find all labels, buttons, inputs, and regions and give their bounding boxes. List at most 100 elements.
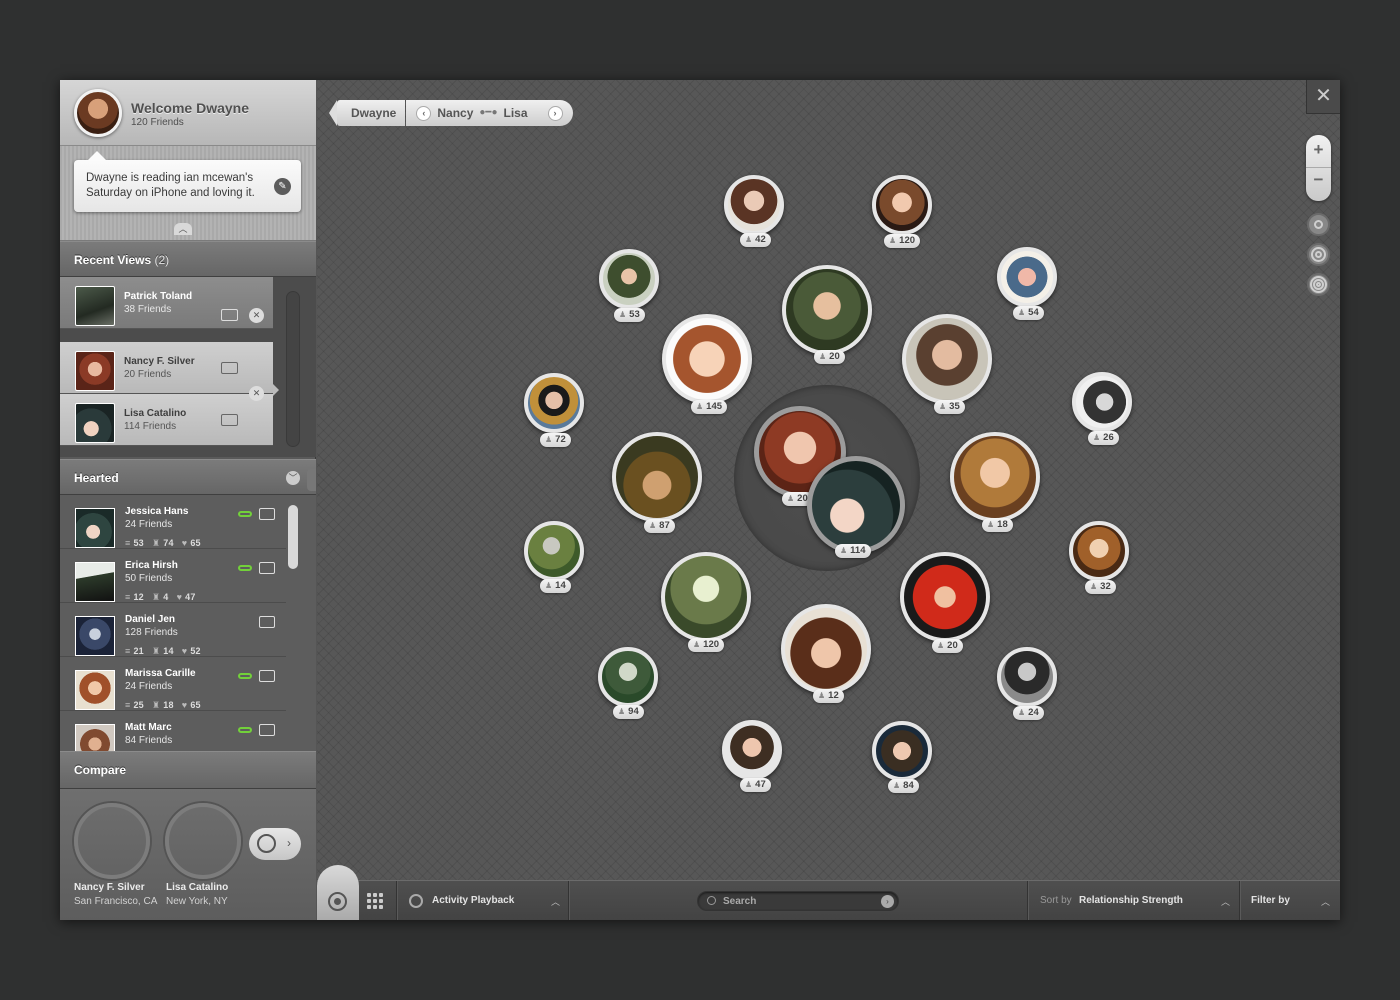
scrollbar[interactable] [286, 291, 300, 447]
friend-node[interactable] [902, 314, 992, 404]
minus-icon[interactable]: − [1306, 170, 1331, 190]
chevron-right-icon[interactable]: › [547, 105, 563, 121]
list-item[interactable]: Nancy F. Silver 20 Friends [60, 342, 273, 394]
friend-node[interactable] [900, 552, 990, 642]
friend-node[interactable] [997, 247, 1057, 307]
avatar [75, 286, 115, 326]
hearted-friends: 84 Friends [125, 735, 173, 746]
chevron-up-icon[interactable]: ︿ [551, 895, 560, 908]
list-item[interactable]: Erica Hirsh 50 Friends ≡ 12 ♜ 4 ♥ 47 [60, 549, 286, 603]
close-icon[interactable]: ✕ [1306, 80, 1340, 114]
person-icon: ♟ [818, 691, 826, 700]
friend-count-badge: ♟ 145 [691, 400, 728, 414]
list-item[interactable]: Daniel Jen 128 Friends ≡ 21 ♜ 14 ♥ 52 [60, 603, 286, 657]
contact-card-icon[interactable] [259, 562, 275, 574]
pencil-icon[interactable]: ✎ [274, 178, 291, 195]
chevron-up-icon[interactable]: ︿ [1321, 895, 1330, 908]
hearted-stats: ≡ 12 ♜ 4 ♥ 47 [125, 592, 196, 602]
ring-level-2-button[interactable] [1307, 243, 1330, 266]
list-item[interactable]: Matt Marc 84 Friends [60, 711, 286, 751]
friend-node[interactable] [612, 432, 702, 522]
friend-node[interactable] [950, 432, 1040, 522]
chevron-left-icon[interactable]: ‹ [416, 105, 432, 121]
friend-node[interactable] [599, 249, 659, 309]
search-input[interactable] [723, 894, 873, 908]
friend-node[interactable] [661, 552, 751, 642]
chevron-up-icon[interactable]: ︿ [174, 223, 192, 235]
contact-card-icon[interactable] [259, 670, 275, 682]
chevron-right-icon [273, 384, 279, 396]
hearted-stats: ≡ 25 ♜ 18 ♥ 65 [125, 700, 201, 710]
home-view-button[interactable] [317, 865, 359, 920]
filter-dropdown[interactable]: Filter by [1251, 895, 1290, 906]
contact-card-icon[interactable] [221, 309, 238, 321]
list-item[interactable]: Lisa Catalino 114 Friends [60, 394, 273, 446]
person-icon: ♟ [937, 641, 945, 650]
friend-count-badge: ♟ 12 [813, 689, 844, 703]
person-icon: ♟ [987, 520, 995, 529]
hearted-header[interactable]: Hearted ﹀ [60, 459, 316, 495]
friend-node[interactable] [598, 647, 658, 707]
friend-node[interactable] [997, 647, 1057, 707]
ring-level-3-button[interactable] [1307, 273, 1330, 296]
compare-avatar[interactable] [165, 803, 241, 879]
person-icon: ♟ [745, 235, 753, 244]
avatar [75, 724, 115, 751]
ring-level-1-button[interactable] [1307, 213, 1330, 236]
chevron-down-icon[interactable]: ﹀ [286, 471, 300, 485]
hearted-friends: 24 Friends [125, 681, 173, 692]
person-icon: ♟ [1018, 308, 1026, 317]
recent-friends: 114 Friends [124, 421, 177, 432]
compare-avatar[interactable] [74, 803, 150, 879]
list-item[interactable]: Marissa Carille 24 Friends ≡ 25 ♜ 18 ♥ 65 [60, 657, 286, 711]
center-avatar-lisa[interactable] [807, 456, 905, 554]
grid-view-icon[interactable] [367, 893, 383, 909]
close-icon[interactable]: ✕ [249, 308, 264, 323]
person-icon: ♟ [819, 352, 827, 361]
person-icon: ♟ [619, 310, 627, 319]
breadcrumb-from[interactable]: Nancy [437, 100, 473, 126]
activity-playback-button[interactable]: Activity Playback [432, 895, 514, 906]
friend-node[interactable] [662, 314, 752, 404]
person-icon: ♟ [649, 521, 657, 530]
friend-node[interactable] [524, 373, 584, 433]
plus-icon[interactable]: + [1306, 140, 1331, 160]
list-item[interactable]: Patrick Toland 38 Friends ✕ [60, 277, 273, 329]
close-icon[interactable]: ✕ [249, 386, 264, 401]
contact-card-icon[interactable] [259, 724, 275, 736]
panel-pull-handle[interactable] [307, 469, 316, 491]
friend-node[interactable] [1072, 372, 1132, 432]
friend-node[interactable] [872, 175, 932, 235]
friend-count-badge: ♟ 94 [613, 705, 644, 719]
friend-count-badge: ♟ 120 [884, 234, 921, 248]
chevron-up-icon[interactable]: ︿ [1221, 895, 1230, 908]
list-item[interactable]: Jessica Hans 24 Friends ≡ 53 ♜ 74 ♥ 65 [60, 495, 286, 549]
chevron-right-icon[interactable]: › [881, 895, 894, 908]
breadcrumb-to[interactable]: Lisa [504, 100, 528, 126]
person-icon: ♟ [893, 781, 901, 790]
relationship-canvas[interactable]: Dwayne ‹ Nancy ●━● Lisa › ✕ + − ♟ 20 ♟ 114… [317, 80, 1340, 880]
compare-button[interactable]: › [249, 828, 301, 860]
friend-node[interactable] [1069, 521, 1129, 581]
friend-node[interactable] [781, 604, 871, 694]
contact-card-icon[interactable] [259, 616, 275, 628]
user-avatar[interactable] [74, 89, 122, 137]
avatar [75, 670, 115, 710]
breadcrumb-root[interactable]: Dwayne [328, 100, 406, 126]
trophy-icon: ♜ [151, 538, 161, 548]
recent-friends: 20 Friends [124, 369, 172, 380]
bottom-toolbar: Activity Playback ︿ › Sort by Relationsh… [317, 865, 1340, 920]
friend-node[interactable] [724, 175, 784, 235]
friend-count-badge: ♟ 54 [1013, 306, 1044, 320]
friend-node[interactable] [722, 720, 782, 780]
friend-node[interactable] [872, 721, 932, 781]
friend-node[interactable] [524, 521, 584, 581]
recent-views-header[interactable]: Recent Views (2) [60, 241, 316, 277]
contact-card-icon[interactable] [221, 362, 238, 374]
contact-card-icon[interactable] [221, 414, 238, 426]
scrollbar[interactable] [288, 505, 298, 569]
sort-dropdown[interactable]: Relationship Strength [1079, 895, 1183, 906]
person-icon: ♟ [787, 494, 795, 503]
friend-node[interactable] [782, 265, 872, 355]
contact-card-icon[interactable] [259, 508, 275, 520]
